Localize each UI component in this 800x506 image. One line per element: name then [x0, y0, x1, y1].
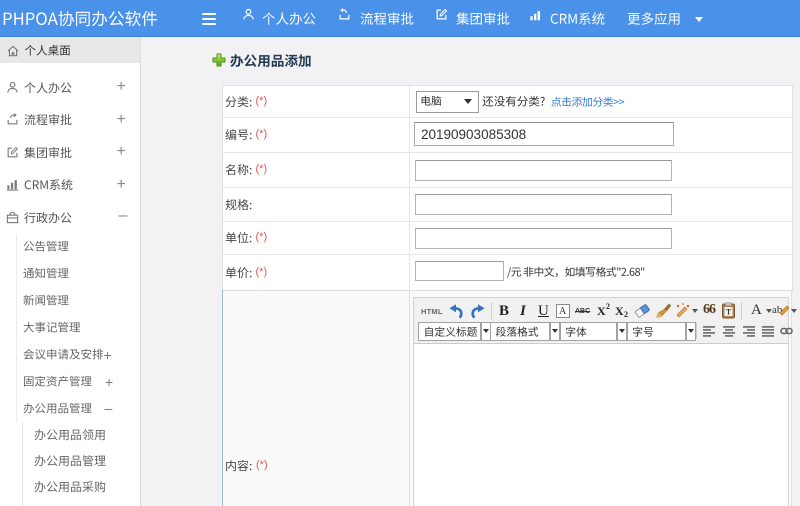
svg-text:T: T: [726, 308, 732, 317]
